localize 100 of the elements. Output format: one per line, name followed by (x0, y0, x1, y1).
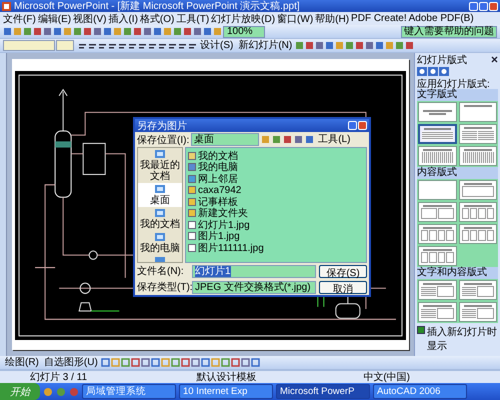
format-icon[interactable] (178, 41, 187, 50)
monitor-icon (154, 149, 166, 160)
file-type-dropdown[interactable]: JPEG 文件交换格式(*.jpg) (192, 280, 316, 294)
file-item[interactable]: caxa7942 (188, 184, 364, 196)
format-icon[interactable] (168, 41, 177, 50)
minimize-button[interactable] (469, 2, 478, 10)
menu-item[interactable]: 插入(I) (107, 12, 139, 26)
help-button[interactable] (348, 121, 357, 130)
menu-item[interactable]: 幻灯片放映(D) (210, 12, 276, 26)
window-title: Microsoft PowerPoint - [新建 Microsoft PowerPoint 演示文稿.ppt] (14, 0, 300, 13)
file-item[interactable]: 图片1.jpg (188, 230, 364, 242)
section-header: 内容版式 (417, 167, 498, 179)
field-label: 保存位置(I): (137, 134, 190, 146)
menu-item[interactable]: 格式(O) (138, 12, 176, 26)
menu-item[interactable]: 帮助(H) (314, 12, 350, 26)
help-field[interactable]: 键入需要帮助的问题 (401, 26, 497, 38)
layout-thumbnail[interactable] (458, 146, 497, 166)
dialog-title: 另存为图片 (137, 120, 187, 132)
menu-item[interactable]: 编辑(E) (36, 12, 72, 26)
place-item[interactable]: 桌面 (138, 183, 182, 207)
layout-thumbnail[interactable] (458, 202, 497, 222)
taskbar-button[interactable]: 局域管理系统 (82, 384, 176, 399)
file-item[interactable]: 图片111111.jpg (188, 242, 364, 254)
filename-field[interactable]: 幻灯片1 (192, 264, 316, 278)
taskbar-button[interactable]: AutoCAD 2006 (373, 384, 467, 399)
place-item[interactable]: 我的文档 (138, 207, 182, 231)
monitor-icon (154, 208, 166, 219)
pane-label: 应用幻灯片版式: (417, 78, 491, 89)
app-icon (2, 2, 11, 10)
menu-item[interactable]: 窗口(W) (276, 12, 314, 26)
layout-thumbnail[interactable] (418, 280, 456, 300)
format-icon[interactable] (148, 41, 157, 50)
field-label: 文件名(N): (137, 264, 185, 278)
format-icon[interactable] (78, 41, 87, 50)
nav-icon[interactable] (439, 67, 449, 76)
checkbox[interactable] (417, 326, 425, 334)
status-text: 中文(中国) (362, 370, 412, 384)
layout-thumbnail[interactable] (418, 302, 456, 322)
format-icon[interactable] (118, 41, 127, 50)
menu-item[interactable]: 视图(V) (72, 12, 108, 26)
menu-item[interactable]: PDF Create! (350, 13, 408, 24)
close-icon[interactable] (491, 56, 498, 63)
font-field[interactable] (3, 40, 55, 51)
section-header: 文字版式 (417, 89, 498, 101)
slides-pane[interactable] (0, 53, 7, 356)
zoom-field[interactable]: 100% (223, 26, 265, 38)
layout-thumbnail[interactable] (458, 102, 497, 122)
layout-thumbnail[interactable] (458, 224, 497, 244)
tools-menu[interactable]: 工具(L) (316, 134, 352, 145)
layout-thumbnail[interactable] (418, 146, 456, 166)
toolbar-button[interactable]: 新幻灯片(N) (236, 40, 294, 51)
pane-title: 幻灯片版式 (417, 54, 467, 66)
status-text: 幻灯片 3 / 11 (29, 370, 88, 384)
layout-thumbnail[interactable] (458, 302, 497, 322)
file-item[interactable]: 我的电脑 (188, 162, 364, 173)
menu-item[interactable]: Adobe PDF(B) (408, 13, 475, 24)
layout-thumbnail[interactable] (418, 124, 456, 144)
nav-icon[interactable] (417, 67, 427, 76)
checkbox-label: 插入新幻灯片时显示 (427, 326, 498, 353)
nav-icon[interactable] (428, 67, 438, 76)
file-item[interactable]: 记事样板 (188, 196, 364, 208)
layout-thumbnail[interactable] (418, 246, 456, 266)
format-icon[interactable] (98, 41, 107, 50)
location-dropdown[interactable]: 桌面 (191, 133, 260, 146)
place-item[interactable]: 我最近的文档 (138, 148, 182, 183)
menu-item[interactable]: 工具(T) (175, 12, 210, 26)
file-item[interactable]: 新建文件夹 (188, 208, 364, 219)
format-icon[interactable] (128, 41, 137, 50)
format-icon[interactable] (158, 41, 167, 50)
cancel-button[interactable]: 取消 (319, 280, 367, 294)
file-item[interactable]: 网上邻居 (188, 173, 364, 184)
layout-thumbnail[interactable] (418, 202, 456, 222)
taskbar-button[interactable]: Microsoft PowerP (276, 384, 370, 399)
taskbar-button[interactable]: 10 Internet Exp (179, 384, 273, 399)
monitor-icon (154, 232, 166, 243)
layout-thumbnail[interactable] (458, 180, 497, 200)
toolbar-button[interactable]: 设计(S) (198, 40, 236, 51)
autoshapes-menu[interactable]: 自选图形(U) (42, 357, 100, 368)
save-button[interactable]: 保存(S) (319, 264, 367, 278)
start-button[interactable]: 开始 (0, 383, 40, 400)
format-icon[interactable] (188, 41, 197, 50)
close-button[interactable] (489, 2, 498, 10)
layout-thumbnail[interactable] (458, 124, 497, 144)
format-icon[interactable] (88, 41, 97, 50)
layout-thumbnail[interactable] (418, 180, 456, 200)
font-size-field[interactable] (56, 40, 74, 51)
menu-item[interactable]: 文件(F) (2, 12, 37, 26)
close-button[interactable] (358, 121, 367, 130)
format-icon[interactable] (108, 41, 117, 50)
monitor-icon (154, 184, 166, 195)
format-icon[interactable] (138, 41, 147, 50)
status-text: 默认设计模板 (196, 370, 258, 384)
place-item[interactable]: 我的电脑 (138, 231, 182, 255)
maximize-button[interactable] (479, 2, 488, 10)
layout-thumbnail[interactable] (418, 224, 456, 244)
draw-menu[interactable]: 绘图(R) (3, 357, 41, 368)
layout-thumbnail[interactable] (458, 280, 497, 300)
file-item[interactable]: 幻灯片1.jpg (188, 219, 364, 230)
file-item[interactable]: 我的文档 (188, 150, 364, 162)
layout-thumbnail[interactable] (418, 102, 456, 122)
